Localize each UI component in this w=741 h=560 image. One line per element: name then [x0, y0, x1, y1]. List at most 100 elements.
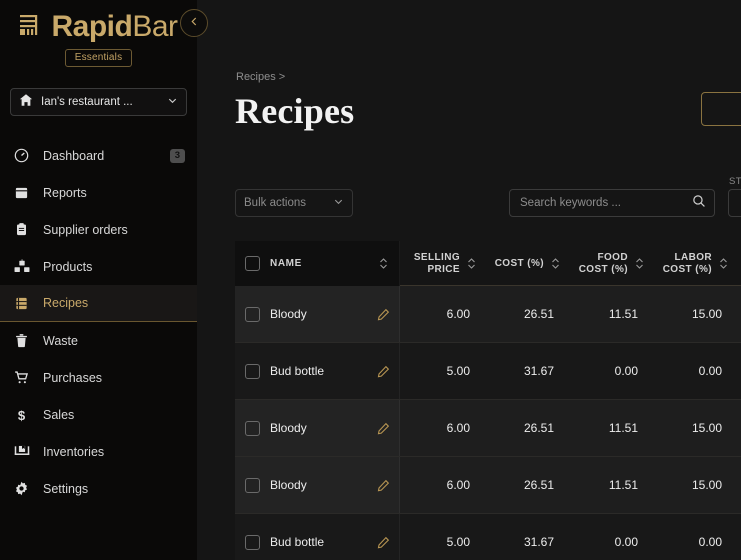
frozen-name-group: Bud bottle — [235, 343, 400, 399]
recipe-name: Bloody — [270, 421, 307, 435]
row-checkbox-cell[interactable] — [235, 363, 270, 379]
frozen-name-group: Bloody — [235, 286, 400, 342]
sidebar-item-inventories[interactable]: Inventories — [0, 433, 197, 470]
sidebar-item-label: Sales — [43, 407, 75, 422]
value: 15.00 — [691, 478, 722, 492]
sidebar-item-reports[interactable]: Reports — [0, 174, 197, 211]
row-checkbox[interactable] — [245, 534, 260, 550]
pencil-icon[interactable] — [377, 536, 390, 549]
restaurant-selector[interactable]: Ian's restaurant ... — [10, 88, 187, 116]
column-header-selling-price[interactable]: SELLING PRICE — [400, 252, 484, 276]
value: 6.00 — [446, 478, 470, 492]
frozen-name-group: Bud bottle — [235, 514, 400, 560]
cell-labor-cost: 0.00 — [652, 364, 736, 378]
sort-updown-icon[interactable] — [467, 257, 476, 270]
search-input[interactable] — [520, 197, 692, 209]
status-filter-select[interactable] — [728, 189, 741, 217]
search-icon[interactable] — [692, 194, 706, 213]
row-checkbox-cell[interactable] — [235, 306, 270, 322]
row-name-cell: Bud bottle — [270, 364, 400, 378]
row-name-cell: Bloody — [270, 307, 400, 321]
pencil-icon[interactable] — [377, 308, 390, 321]
recipe-name: Bud bottle — [270, 535, 325, 549]
select-all-checkbox[interactable] — [245, 256, 260, 271]
cell-labor-cost: 0.00 — [652, 535, 736, 549]
cell-food-cost: 11.51 — [568, 421, 652, 435]
home-icon — [19, 93, 33, 112]
value: 0.00 — [614, 535, 638, 549]
frozen-name-group: Bloody — [235, 457, 400, 513]
sidebar-item-waste[interactable]: Waste — [0, 322, 197, 359]
pencil-icon[interactable] — [377, 479, 390, 492]
row-checkbox[interactable] — [245, 306, 260, 322]
sidebar: RapidBar Essentials Ian's restaurant ... — [0, 0, 208, 560]
row-name-cell: Bloody — [270, 421, 400, 435]
scrollable-row-cells: 5.00 31.67 0.00 0.00 — [400, 535, 741, 549]
bulk-actions-label: Bulk actions — [244, 197, 307, 209]
row-checkbox-cell[interactable] — [235, 534, 270, 550]
recipes-table: NAME SELLING PRICE COST (%) FOOD COST (%… — [235, 241, 741, 560]
sidebar-collapse-button[interactable] — [180, 9, 208, 37]
column-header-label: LABOR COST (%) — [662, 251, 712, 275]
column-header-label: SELLING PRICE — [413, 251, 460, 275]
table-row[interactable]: Bloody 6.00 26.51 11.51 15.00 — [235, 400, 741, 457]
value: 26.51 — [523, 421, 554, 435]
sidebar-item-label: Supplier orders — [43, 222, 128, 237]
row-checkbox[interactable] — [245, 477, 260, 493]
table-row[interactable]: Bloody 6.00 26.51 11.51 15.00 — [235, 286, 741, 343]
row-checkbox-cell[interactable] — [235, 420, 270, 436]
column-header-name[interactable]: NAME — [270, 257, 400, 270]
value: 15.00 — [691, 307, 722, 321]
sidebar-item-recipes[interactable]: Recipes — [0, 285, 197, 322]
column-header-food-cost[interactable]: FOOD COST (%) — [568, 252, 652, 276]
sort-updown-icon[interactable] — [551, 257, 560, 270]
sidebar-item-supplier-orders[interactable]: Supplier orders — [0, 211, 197, 248]
row-checkbox[interactable] — [245, 420, 260, 436]
sidebar-item-purchases[interactable]: Purchases — [0, 359, 197, 396]
sidebar-item-dashboard[interactable]: Dashboard 3 — [0, 137, 197, 174]
sidebar-item-label: Inventories — [43, 444, 105, 459]
cell-selling-price: 6.00 — [400, 478, 484, 492]
recipe-name: Bloody — [270, 478, 307, 492]
row-checkbox-cell[interactable] — [235, 477, 270, 493]
sidebar-item-label: Dashboard — [43, 148, 105, 163]
sort-updown-icon[interactable] — [379, 257, 388, 270]
frozen-name-group: Bloody — [235, 400, 400, 456]
table-row[interactable]: Bud bottle 5.00 31.67 0.00 0.00 — [235, 343, 741, 400]
sidebar-item-products[interactable]: Products — [0, 248, 197, 285]
column-header-label: NAME — [270, 258, 302, 269]
scrollable-row-cells: 6.00 26.51 11.51 15.00 — [400, 478, 741, 492]
frozen-name-group: NAME — [235, 241, 400, 286]
restaurant-name: Ian's restaurant ... — [41, 96, 133, 108]
pencil-icon[interactable] — [377, 365, 390, 378]
bulk-actions-dropdown[interactable]: Bulk actions — [235, 189, 353, 217]
scrollable-row-cells: 5.00 31.67 0.00 0.00 — [400, 364, 741, 378]
sidebar-item-settings[interactable]: Settings — [0, 470, 197, 507]
cell-cost: 31.67 — [484, 364, 568, 378]
table-header-row: NAME SELLING PRICE COST (%) FOOD COST (%… — [235, 241, 741, 286]
select-all-checkbox-cell[interactable] — [235, 256, 270, 271]
sort-updown-icon[interactable] — [635, 257, 644, 270]
sidebar-item-sales[interactable]: $ Sales — [0, 396, 197, 433]
cell-labor-cost: 15.00 — [652, 478, 736, 492]
gear-icon — [13, 481, 30, 496]
table-row[interactable]: Bud bottle 5.00 31.67 0.00 0.00 — [235, 514, 741, 560]
row-checkbox[interactable] — [245, 363, 260, 379]
brand-logo[interactable]: RapidBar — [0, 0, 197, 44]
sidebar-item-label: Settings — [43, 481, 89, 496]
value: 26.51 — [523, 307, 554, 321]
breadcrumb[interactable]: Recipes > — [236, 71, 285, 83]
create-recipe-button[interactable] — [701, 92, 741, 126]
page-title: Recipes — [235, 91, 355, 131]
sidebar-item-label: Products — [43, 259, 93, 274]
cell-selling-price: 6.00 — [400, 421, 484, 435]
pencil-icon[interactable] — [377, 422, 390, 435]
table-row[interactable]: Bloody 6.00 26.51 11.51 15.00 — [235, 457, 741, 514]
sort-updown-icon[interactable] — [719, 257, 728, 270]
cell-cost: 26.51 — [484, 421, 568, 435]
scrollable-row-cells: 6.00 26.51 11.51 15.00 — [400, 421, 741, 435]
chevron-left-icon — [189, 14, 200, 32]
search-box[interactable] — [509, 189, 715, 217]
column-header-labor-cost[interactable]: LABOR COST (%) — [652, 252, 736, 276]
column-header-cost[interactable]: COST (%) — [484, 257, 568, 270]
